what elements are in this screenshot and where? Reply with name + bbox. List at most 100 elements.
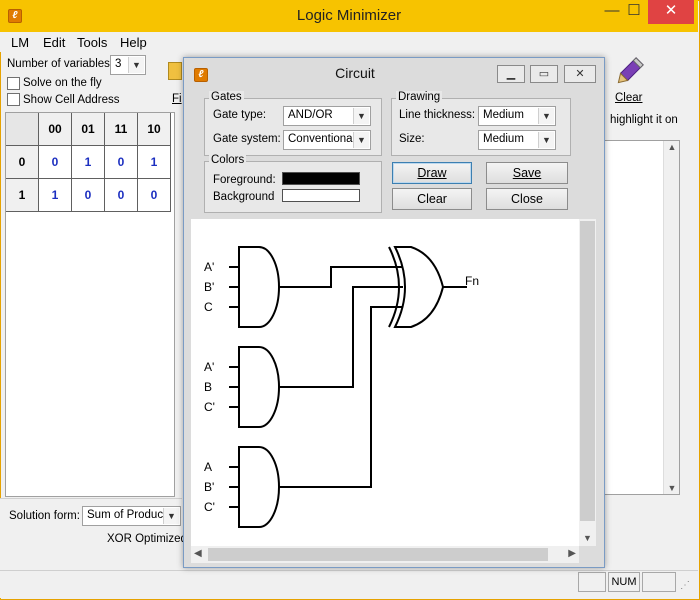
gate-system-select[interactable]: Conventional ▼ xyxy=(283,130,371,150)
scroll-up-icon[interactable]: ▲ xyxy=(664,142,680,152)
gate-system-value: Conventional xyxy=(288,133,356,145)
gate-system-label: Gate system: xyxy=(213,133,281,145)
canvas-horizontal-scrollbar[interactable]: ◀ ▶ xyxy=(191,546,579,563)
show-cell-address-checkbox[interactable] xyxy=(7,93,20,106)
gate-type-select[interactable]: AND/OR ▼ xyxy=(283,106,371,126)
kmap-cell[interactable]: 1 xyxy=(39,179,72,212)
status-cell-empty xyxy=(578,572,606,592)
circuit-dialog: ℓ Circuit ▁ ▭ ✕ Gates Gate type: AND/OR … xyxy=(183,57,605,568)
circuit-diagram xyxy=(229,246,467,528)
num-vars-label: Number of variables: xyxy=(7,58,114,70)
scroll-left-icon[interactable]: ◀ xyxy=(194,548,202,559)
colors-group-title: Colors xyxy=(209,154,247,166)
close-icon[interactable]: ✕ xyxy=(564,65,596,83)
kmap-grid: 00 01 11 10 0 0 1 0 1 1 1 0 0 0 xyxy=(5,112,175,497)
kmap-corner xyxy=(6,113,39,146)
save-button[interactable]: Save xyxy=(486,162,568,184)
scroll-down-icon[interactable]: ▼ xyxy=(579,533,596,543)
num-vars-select[interactable]: 3 ▼ xyxy=(110,55,146,75)
kmap-col-header: 10 xyxy=(138,113,171,146)
menu-lm[interactable]: LM xyxy=(11,35,29,50)
chevron-down-icon: ▼ xyxy=(128,57,144,73)
draw-button[interactable]: Draw xyxy=(392,162,472,184)
wire-1 xyxy=(279,266,403,288)
line-thickness-value: Medium xyxy=(483,109,524,121)
gates-group-title: Gates xyxy=(209,91,244,103)
menu-help[interactable]: Help xyxy=(120,35,147,50)
line-thickness-label: Line thickness: xyxy=(399,109,476,121)
foreground-color-swatch[interactable] xyxy=(282,172,360,185)
kmap-cell[interactable]: 0 xyxy=(138,179,171,212)
and2-input-label: B xyxy=(204,380,213,394)
horizontal-scroll-thumb[interactable] xyxy=(208,548,548,561)
background-color-swatch[interactable] xyxy=(282,189,360,202)
output-label: Fn xyxy=(465,274,480,288)
and1-input-label: C xyxy=(204,300,213,314)
and-gate-2 xyxy=(238,346,280,428)
and-gate-3 xyxy=(238,446,280,528)
kmap-cell[interactable]: 0 xyxy=(105,146,138,179)
kmap-cell[interactable]: 1 xyxy=(72,146,105,179)
open-folder-icon[interactable] xyxy=(168,62,182,80)
results-scrollbar[interactable]: ▲ ▼ xyxy=(663,141,679,494)
chevron-down-icon: ▼ xyxy=(163,508,179,524)
colors-group xyxy=(204,161,382,213)
maximize-icon[interactable]: ☐ xyxy=(620,0,648,24)
and1-input-label: B' xyxy=(204,280,215,294)
status-num: NUM xyxy=(608,572,640,592)
close-button[interactable]: Close xyxy=(486,188,568,210)
solution-form-select[interactable]: Sum of Product ▼ xyxy=(82,506,181,526)
gate-type-label: Gate type: xyxy=(213,109,267,121)
kmap-cell[interactable]: 0 xyxy=(72,179,105,212)
foreground-label: Foreground: xyxy=(213,174,276,186)
toolbar-partial-label: Fi xyxy=(172,93,182,105)
maximize-icon[interactable]: ▭ xyxy=(530,65,558,83)
and3-input-label: B' xyxy=(204,480,215,494)
circuit-canvas[interactable]: A' B' C A' B C' A B' C' Fn xyxy=(191,219,579,546)
solve-on-fly-checkbox[interactable] xyxy=(7,77,20,90)
chevron-down-icon: ▼ xyxy=(538,108,554,124)
minimize-icon[interactable]: ▁ xyxy=(497,65,525,83)
kmap-cell[interactable]: 0 xyxy=(105,179,138,212)
xor-optimized-label: XOR Optimized: xyxy=(107,533,191,545)
results-panel[interactable]: ▲ ▼ xyxy=(604,140,680,495)
menu-tools[interactable]: Tools xyxy=(77,35,107,50)
show-cell-address-label: Show Cell Address xyxy=(23,94,120,106)
size-label: Size: xyxy=(399,133,425,145)
kmap-col-header: 01 xyxy=(72,113,105,146)
solution-form-label: Solution form: xyxy=(9,510,80,522)
kmap-row-header: 1 xyxy=(6,179,39,212)
and2-input-label: C' xyxy=(204,400,215,414)
scroll-right-icon[interactable]: ▶ xyxy=(568,548,576,559)
canvas-vertical-scrollbar[interactable]: ▼ xyxy=(579,219,596,546)
kmap-col-header: 11 xyxy=(105,113,138,146)
chevron-down-icon: ▼ xyxy=(353,108,369,124)
clear-button[interactable]: Clear xyxy=(392,188,472,210)
close-icon[interactable]: ✕ xyxy=(648,0,694,24)
solution-form-value: Sum of Product xyxy=(87,509,167,521)
dialog-title: Circuit xyxy=(335,65,375,81)
pencil-clear-icon[interactable] xyxy=(612,56,646,88)
resize-grip-icon[interactable]: ⋰ xyxy=(680,580,690,591)
and3-input-label: A xyxy=(204,460,213,474)
chevron-down-icon: ▼ xyxy=(353,132,369,148)
scroll-down-icon[interactable]: ▼ xyxy=(664,483,680,493)
gate-type-value: AND/OR xyxy=(288,109,333,121)
clear-toolbar-button[interactable]: Clear xyxy=(615,92,642,104)
right-panel-hint: highlight it on xyxy=(610,114,678,126)
kmap-cell[interactable]: 0 xyxy=(39,146,72,179)
window-title: Logic Minimizer xyxy=(296,7,402,24)
kmap-row-header: 0 xyxy=(6,146,39,179)
wire-3 xyxy=(279,306,403,488)
num-vars-value: 3 xyxy=(115,58,122,70)
and1-input-label: A' xyxy=(204,260,215,274)
wire-2 xyxy=(279,286,403,388)
menu-edit[interactable]: Edit xyxy=(43,35,65,50)
vertical-scroll-thumb[interactable] xyxy=(580,221,595,521)
and-gate-1 xyxy=(238,246,280,328)
size-value: Medium xyxy=(483,133,524,145)
size-select[interactable]: Medium ▼ xyxy=(478,130,556,150)
line-thickness-select[interactable]: Medium ▼ xyxy=(478,106,556,126)
and2-input-label: A' xyxy=(204,360,215,374)
kmap-cell[interactable]: 1 xyxy=(138,146,171,179)
